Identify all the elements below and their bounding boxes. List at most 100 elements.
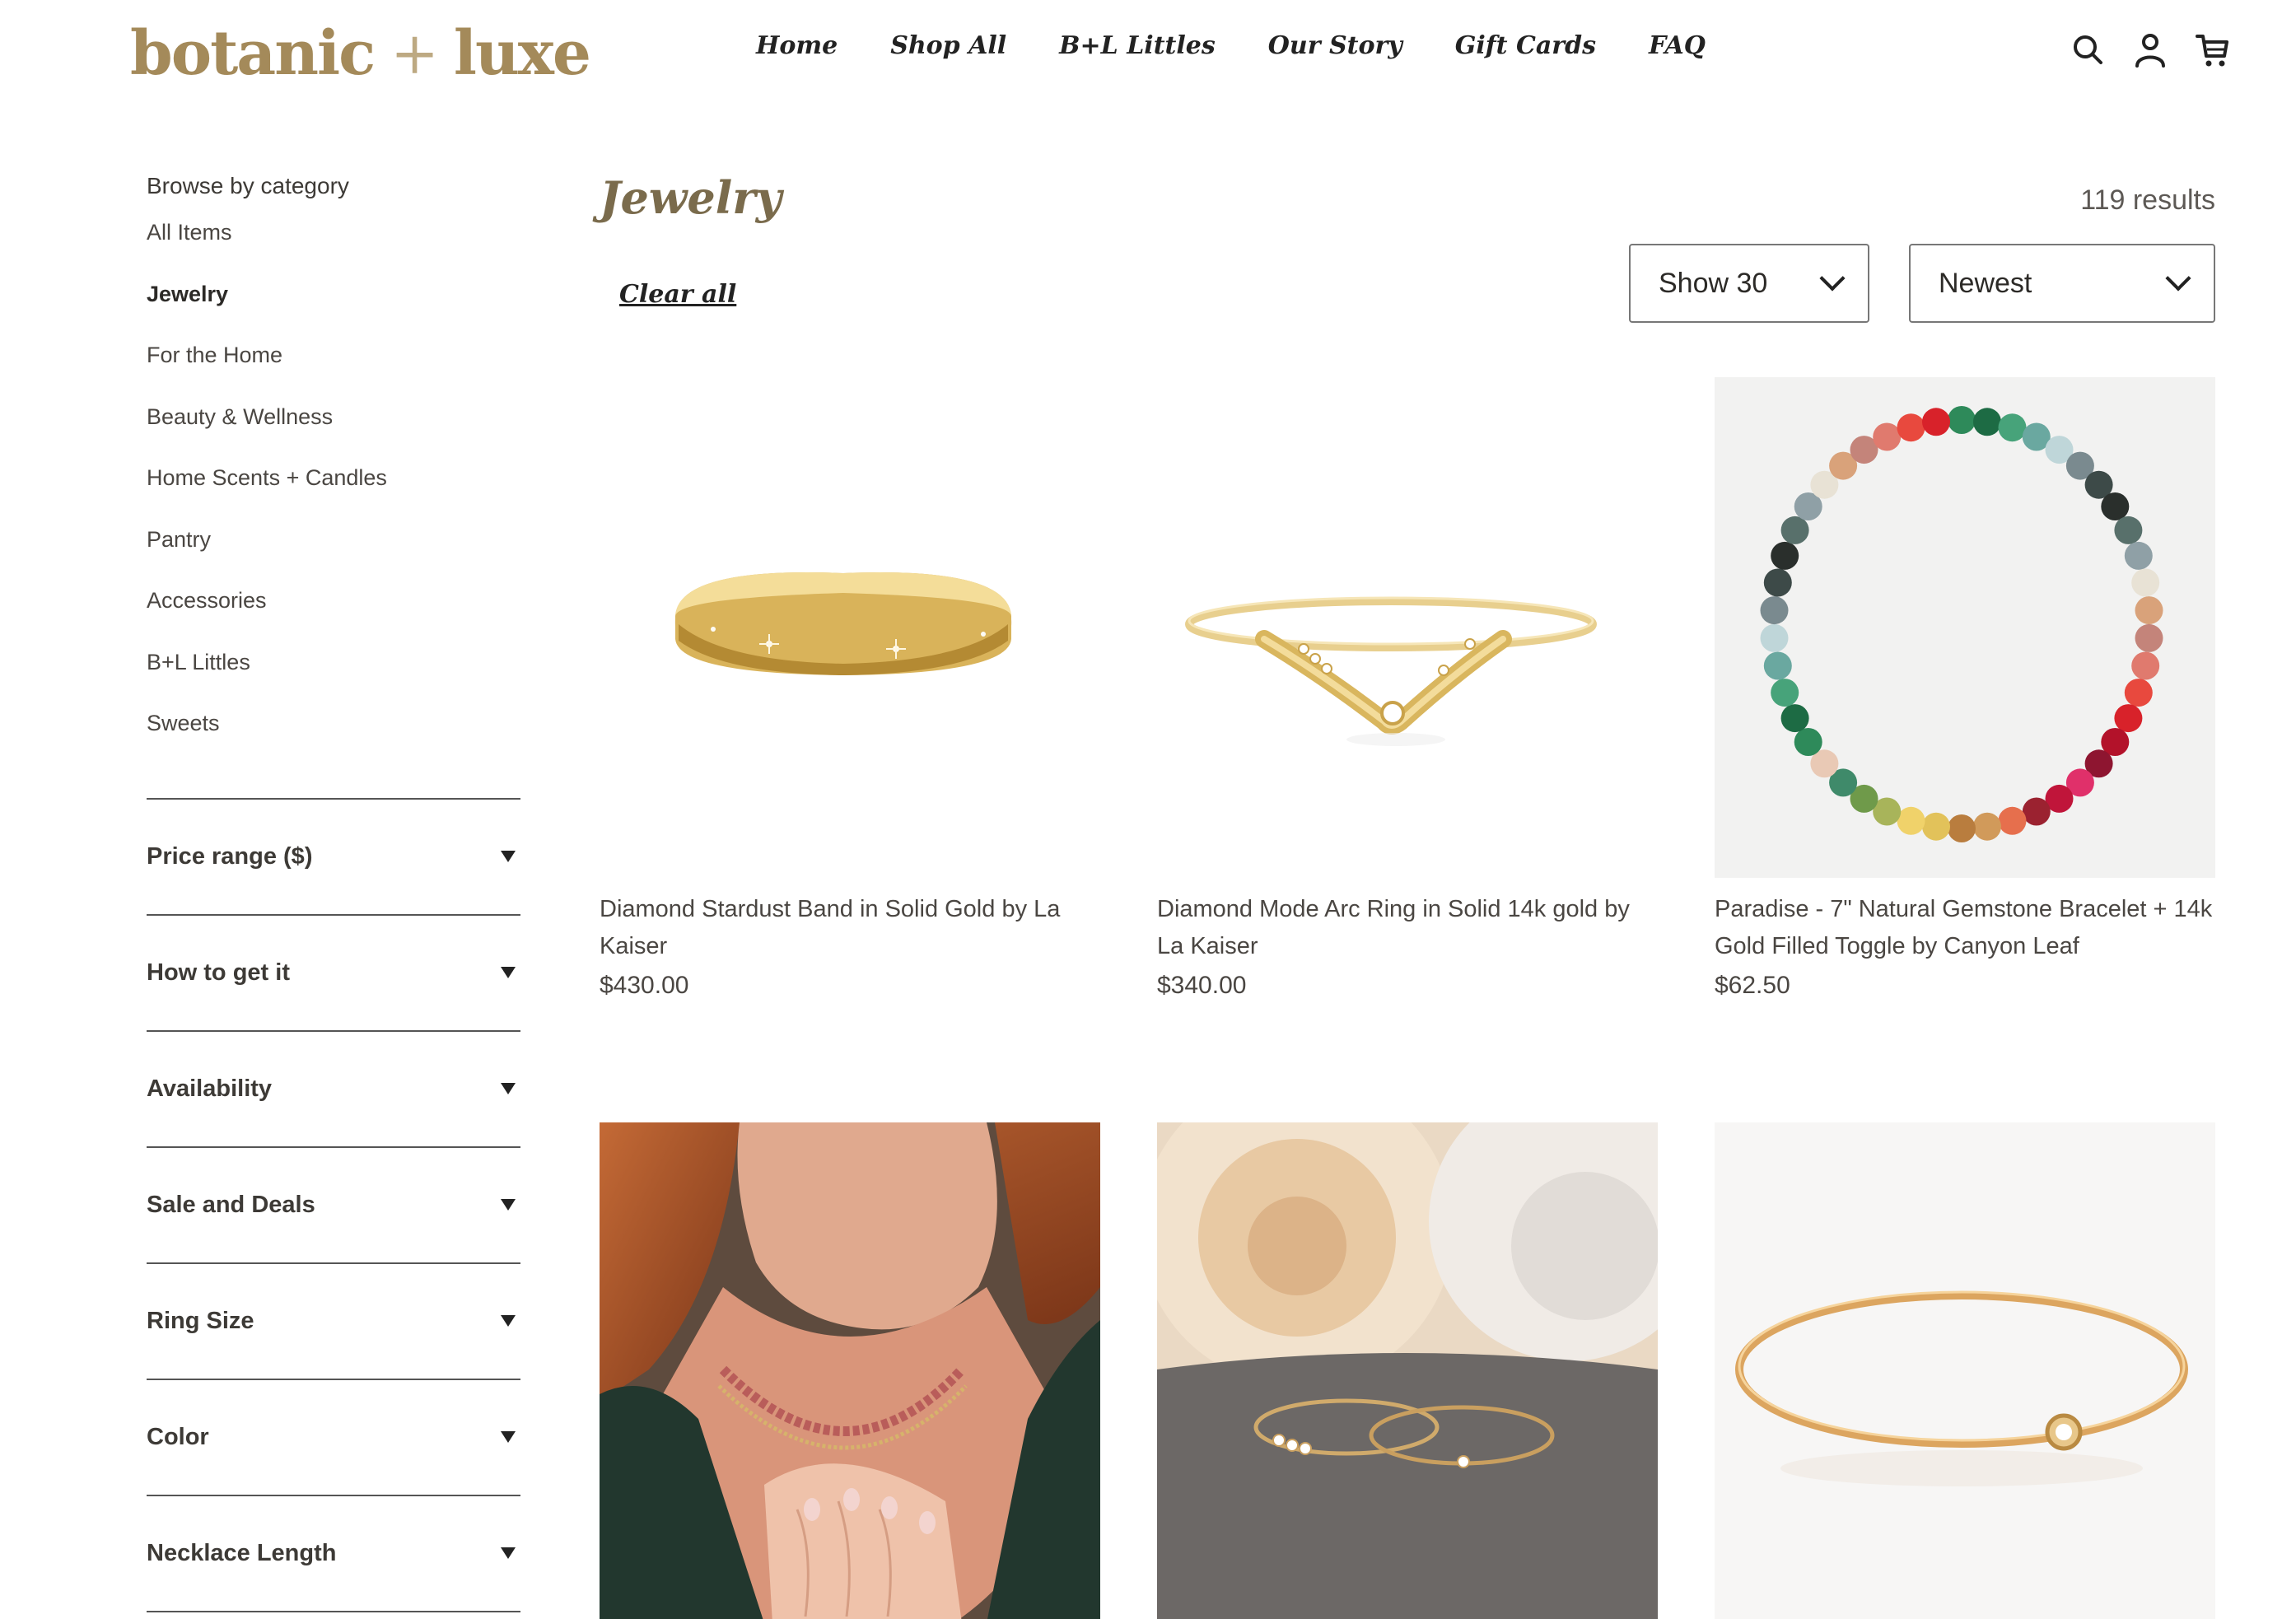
- filter-list: Price range ($) How to get it Availabili…: [147, 797, 520, 1612]
- bracelet-bead: [1922, 812, 1950, 841]
- nav-our-story[interactable]: Our Story: [1268, 31, 1402, 60]
- filter-sale-and-deals[interactable]: Sale and Deals: [147, 1148, 520, 1264]
- category-beauty-wellness[interactable]: Beauty & Wellness: [147, 400, 520, 462]
- filter-necklace-length[interactable]: Necklace Length: [147, 1496, 520, 1612]
- clear-all-link[interactable]: Clear all: [619, 280, 736, 309]
- bracelet-bead: [1948, 406, 1976, 434]
- filter-price-range[interactable]: Price range ($): [147, 800, 520, 916]
- bracelet-bead: [2131, 568, 2160, 597]
- product-price: $340.00: [1157, 972, 1247, 999]
- header-icons: [2070, 31, 2230, 69]
- browse-by-category-heading: Browse by category: [147, 173, 349, 198]
- cart-icon[interactable]: [2196, 31, 2230, 69]
- chevron-down-icon: [2165, 265, 2191, 292]
- product-image[interactable]: [1715, 377, 2215, 878]
- bracelet-bead: [1873, 422, 1902, 451]
- caret-down-icon: [501, 1431, 516, 1443]
- search-icon[interactable]: [2070, 31, 2105, 69]
- bracelet-bead: [2135, 596, 2163, 625]
- category-bl-littles[interactable]: B+L Littles: [147, 646, 520, 707]
- filter-label: Necklace Length: [147, 1539, 337, 1566]
- category-for-the-home[interactable]: For the Home: [147, 338, 520, 400]
- site-logo[interactable]: botanic + luxe: [130, 18, 591, 89]
- bracelet-bead: [1998, 806, 2027, 835]
- bracelet-bead: [1780, 516, 1809, 544]
- bracelet-bead: [1763, 651, 1792, 680]
- bracelet-bead: [2135, 623, 2163, 652]
- filter-label: Ring Size: [147, 1307, 254, 1334]
- filter-label: Color: [147, 1423, 209, 1450]
- category-pantry[interactable]: Pantry: [147, 523, 520, 585]
- product-card[interactable]: [1157, 1122, 1658, 1619]
- category-sweets[interactable]: Sweets: [147, 707, 520, 768]
- bracelet-bead: [1763, 568, 1792, 597]
- bracelet-bead: [1973, 408, 2001, 436]
- bracelet-bead: [2131, 651, 2160, 680]
- product-image[interactable]: [1157, 1122, 1658, 1619]
- product-card[interactable]: Paradise - 7" Natural Gemstone Bracelet …: [1715, 377, 2215, 1000]
- nav-gift-cards[interactable]: Gift Cards: [1455, 31, 1596, 60]
- site-header: botanic + luxe Home Shop All B+L Littles…: [0, 0, 2296, 107]
- nav-bl-littles[interactable]: B+L Littles: [1059, 31, 1216, 60]
- product-image[interactable]: [600, 1122, 1100, 1619]
- product-name[interactable]: Diamond Mode Arc Ring in Solid 14k gold …: [1157, 891, 1658, 965]
- bracelet-bead: [2114, 704, 2143, 733]
- results-count: 119 results: [2080, 184, 2215, 216]
- product-card[interactable]: [1715, 1122, 2215, 1619]
- category-jewelry[interactable]: Jewelry: [147, 278, 520, 339]
- caret-down-icon: [501, 1315, 516, 1327]
- filter-availability[interactable]: Availability: [147, 1032, 520, 1148]
- product-card[interactable]: Diamond Mode Arc Ring in Solid 14k gold …: [1157, 377, 1658, 1000]
- account-icon[interactable]: [2133, 31, 2168, 69]
- nav-home[interactable]: Home: [756, 31, 838, 60]
- category-list: All Items Jewelry For the Home Beauty & …: [147, 216, 520, 768]
- bracelet-bead: [1771, 541, 1799, 570]
- product-name[interactable]: Paradise - 7" Natural Gemstone Bracelet …: [1715, 891, 2215, 965]
- product-card[interactable]: [600, 1122, 1100, 1619]
- category-accessories[interactable]: Accessories: [147, 584, 520, 646]
- caret-down-icon: [501, 851, 516, 862]
- logo-text-luxe: luxe: [453, 18, 591, 89]
- product-name[interactable]: Diamond Stardust Band in Solid Gold by L…: [600, 891, 1100, 965]
- bracelet-bead: [1771, 679, 1799, 707]
- page-size-select[interactable]: Show 30: [1629, 244, 1869, 323]
- category-home-scents-candles[interactable]: Home Scents + Candles: [147, 461, 520, 523]
- product-image[interactable]: [600, 377, 1100, 878]
- bracelet-bead: [2124, 541, 2153, 570]
- caret-down-icon: [501, 1083, 516, 1094]
- logo-plus: +: [390, 20, 439, 87]
- sort-select[interactable]: Newest: [1909, 244, 2215, 323]
- filter-color[interactable]: Color: [147, 1380, 520, 1496]
- bracelet-bead: [1780, 704, 1809, 733]
- filter-how-to-get-it[interactable]: How to get it: [147, 916, 520, 1032]
- filter-label: Price range ($): [147, 842, 313, 870]
- logo-text-botanic: botanic: [130, 18, 376, 89]
- product-price: $62.50: [1715, 972, 1790, 999]
- caret-down-icon: [501, 967, 516, 978]
- bracelet-bead: [2114, 516, 2143, 544]
- filter-label: Sale and Deals: [147, 1191, 315, 1218]
- page-size-value: Show 30: [1659, 267, 1768, 299]
- bracelet-bead: [1794, 728, 1822, 756]
- category-all-items[interactable]: All Items: [147, 216, 520, 278]
- chevron-down-icon: [1819, 265, 1846, 292]
- product-image[interactable]: [1715, 1122, 2215, 1619]
- bracelet-bead: [2101, 492, 2130, 520]
- bracelet-bead: [1948, 814, 1976, 842]
- nav-faq[interactable]: FAQ: [1649, 31, 1706, 60]
- category-sidebar: Browse by category All Items Jewelry For…: [147, 173, 520, 1612]
- bracelet-bead: [2022, 797, 2051, 826]
- bracelet-bead: [2124, 679, 2153, 707]
- product-image[interactable]: [1157, 377, 1658, 878]
- nav-shop-all[interactable]: Shop All: [890, 31, 1006, 60]
- main-nav: Home Shop All B+L Littles Our Story Gift…: [756, 31, 1758, 60]
- caret-down-icon: [501, 1547, 516, 1559]
- filter-ring-size[interactable]: Ring Size: [147, 1264, 520, 1380]
- product-card[interactable]: Diamond Stardust Band in Solid Gold by L…: [600, 377, 1100, 1000]
- bracelet-bead: [1760, 623, 1789, 652]
- bracelet-bead: [1922, 408, 1950, 436]
- sort-value: Newest: [1939, 267, 2032, 299]
- bracelet-bead: [1897, 413, 1925, 442]
- bracelet-bead: [1760, 596, 1789, 625]
- filter-label: How to get it: [147, 959, 290, 986]
